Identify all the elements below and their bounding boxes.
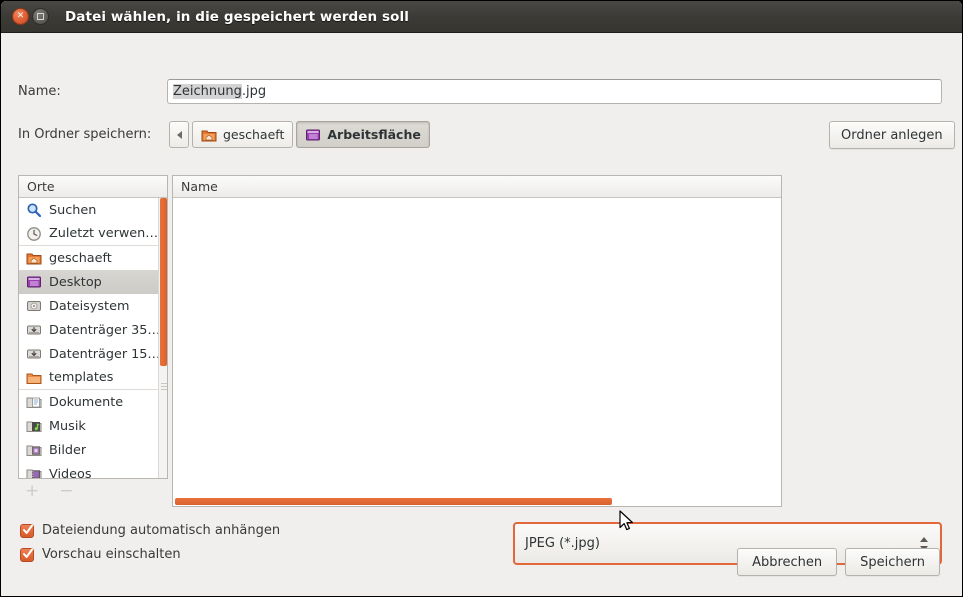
sidebar-item-dateisystem[interactable]: Dateisystem (19, 294, 167, 318)
save-button[interactable]: Speichern (845, 548, 940, 576)
videos-icon (26, 466, 42, 478)
drive-icon (26, 322, 42, 338)
places-vertical-scrollbar[interactable] (158, 198, 167, 478)
sidebar-item-label: Zuletzt verwen… (49, 226, 159, 241)
home-folder-icon (26, 250, 42, 266)
save-in-folder-label: In Ordner speichern: (18, 127, 152, 142)
dialog-content: Name: Zeichnung .jpg In Ordner speichern:… (1, 33, 962, 596)
filename-rest-text: .jpg (241, 84, 267, 99)
places-header: Orte (19, 176, 167, 198)
dialog-actions: Abbrechen Speichern (737, 548, 940, 576)
harddisk-icon (26, 298, 42, 314)
breadcrumb-item-arbeitsflaeche[interactable]: Arbeitsfläche (296, 121, 430, 148)
titlebar: ✕ Datei wählen, in die gespeichert werde… (1, 1, 962, 33)
places-scrollbar-thumb[interactable] (160, 198, 167, 366)
documents-icon (26, 394, 42, 410)
checkmark-icon (23, 524, 33, 534)
file-list-column-header[interactable]: Name (173, 176, 781, 198)
sidebar-item-label: Datenträger 35… (49, 322, 161, 338)
sidebar-item-musik[interactable]: Musik (19, 414, 167, 438)
music-icon (26, 418, 42, 434)
recent-clock-icon (26, 226, 42, 242)
filename-selected-text: Zeichnung (173, 84, 242, 99)
sidebar-item-label: Videos (49, 466, 92, 479)
file-list-body[interactable] (173, 198, 781, 498)
search-icon (26, 202, 42, 218)
drive-icon (26, 346, 42, 362)
remove-bookmark-button[interactable]: − (59, 483, 73, 500)
sidebar-item-suchen[interactable]: Suchen (19, 198, 167, 222)
breadcrumb: geschaeft Arbeitsfläche (169, 121, 430, 148)
breadcrumb-back-button[interactable] (169, 121, 189, 148)
file-list-scrollbar-thumb[interactable] (175, 498, 612, 505)
cancel-button[interactable]: Abbrechen (737, 548, 838, 576)
file-list-horizontal-scrollbar[interactable] (173, 497, 781, 506)
window-title: Datei wählen, in die gespeichert werden … (65, 9, 410, 25)
auto-extension-label: Dateiendung automatisch anhängen (42, 523, 281, 538)
maximize-glyph (33, 9, 48, 24)
sidebar-item-label: Datenträger 15… (49, 346, 161, 362)
sidebar-item-label: Bilder (49, 442, 87, 458)
window-controls: ✕ (12, 8, 49, 25)
sidebar-item-label: geschaeft (49, 250, 112, 266)
chevron-left-icon (176, 130, 182, 139)
desktop-icon (305, 127, 321, 143)
close-glyph: ✕ (16, 11, 25, 21)
enable-preview-label: Vorschau einschalten (42, 547, 181, 562)
file-list-pane: Name (172, 175, 782, 507)
breadcrumb-label: geschaeft (223, 127, 285, 142)
sidebar-item-label: Desktop (49, 274, 102, 290)
breadcrumb-label: Arbeitsfläche (327, 127, 421, 142)
places-tools: + − (25, 483, 74, 500)
close-icon[interactable]: ✕ (12, 8, 29, 25)
enable-preview-checkbox-row[interactable]: Vorschau einschalten (20, 547, 181, 562)
name-label: Name: (18, 84, 61, 99)
checkmark-icon (23, 548, 33, 558)
sidebar-item-label: Dokumente (49, 394, 124, 410)
pictures-icon (26, 442, 42, 458)
folder-icon (26, 370, 42, 386)
sidebar-item-dokumente[interactable]: Dokumente (19, 390, 167, 414)
breadcrumb-item-geschaeft[interactable]: geschaeft (192, 121, 294, 148)
chevron-up-icon (920, 536, 928, 542)
sidebar-item-datentraeger-35[interactable]: Datenträger 35… (19, 318, 167, 342)
sidebar-item-datentraeger-15[interactable]: Datenträger 15… (19, 342, 167, 366)
save-file-dialog: ✕ Datei wählen, in die gespeichert werde… (0, 0, 963, 597)
sidebar-item-label: Musik (49, 418, 86, 434)
sidebar-item-templates[interactable]: templates (19, 366, 167, 390)
add-bookmark-button[interactable]: + (25, 483, 39, 500)
sidebar-item-desktop[interactable]: Desktop (19, 270, 167, 294)
sidebar-item-videos[interactable]: Videos (19, 462, 167, 479)
maximize-icon[interactable] (32, 8, 49, 25)
desktop-icon (26, 274, 42, 290)
auto-extension-checkbox-row[interactable]: Dateiendung automatisch anhängen (20, 523, 280, 538)
sidebar-item-geschaeft[interactable]: geschaeft (19, 246, 167, 270)
filename-input[interactable]: Zeichnung .jpg (167, 79, 942, 104)
sidebar-item-zuletzt-verwendet[interactable]: Zuletzt verwen… (19, 222, 167, 246)
create-folder-button[interactable]: Ordner anlegen (829, 121, 955, 149)
sidebar-item-label: Dateisystem (49, 298, 130, 314)
checkbox-checked-icon[interactable] (20, 547, 34, 562)
home-folder-icon (201, 127, 217, 143)
checkbox-checked-icon[interactable] (20, 523, 34, 538)
places-sidebar: Orte Suchen Zuletzt verwen… geschaeft De… (18, 175, 168, 479)
places-list: Suchen Zuletzt verwen… geschaeft Desktop… (19, 198, 167, 479)
places-scrollbar-grip (160, 383, 167, 394)
sidebar-item-label: Suchen (49, 202, 97, 218)
sidebar-item-label: templates (49, 370, 114, 385)
sidebar-item-bilder[interactable]: Bilder (19, 438, 167, 462)
